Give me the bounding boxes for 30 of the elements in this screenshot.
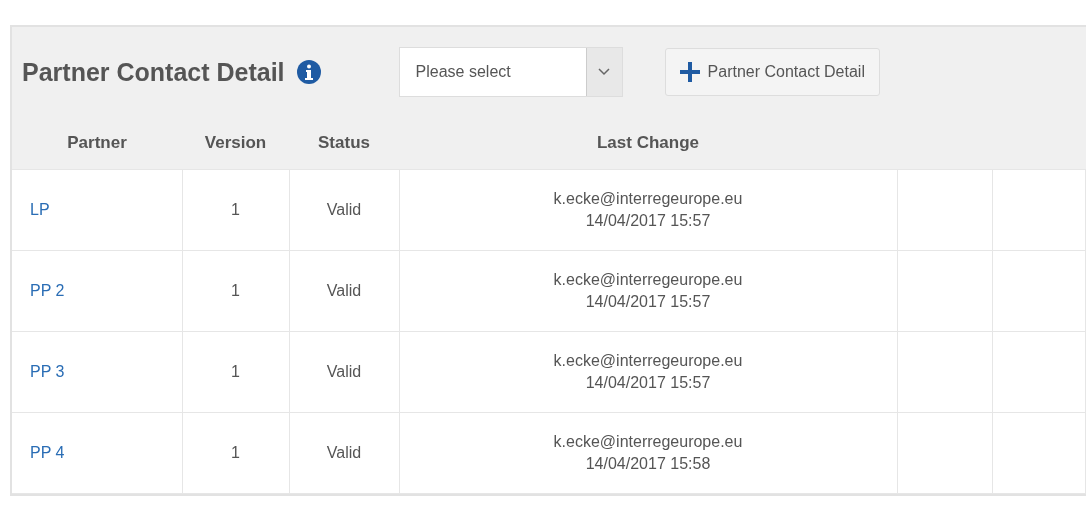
- version-text: 1: [231, 281, 240, 299]
- status-text: Valid: [326, 281, 362, 299]
- change-time-text: 14/04/2017 15:58: [585, 454, 711, 472]
- partner-link[interactable]: PP 3: [30, 362, 65, 380]
- changed-by-text: k.ecke@interregeurope.eu: [553, 189, 743, 207]
- status-text: Valid: [326, 362, 362, 380]
- version-text: 1: [231, 362, 240, 380]
- column-header: Last Change: [597, 133, 699, 152]
- plus-icon: [679, 62, 700, 82]
- change-time-text: 14/04/2017 15:57: [585, 211, 711, 229]
- partner-link[interactable]: LP: [30, 200, 50, 218]
- changed-by-text: k.ecke@interregeurope.eu: [553, 351, 743, 369]
- change-time-text: 14/04/2017 15:57: [585, 292, 711, 310]
- column-header: Status: [318, 133, 370, 152]
- changed-by-text: k.ecke@interregeurope.eu: [553, 270, 743, 288]
- status-text: Valid: [326, 200, 362, 218]
- change-time-text: 14/04/2017 15:57: [585, 373, 711, 391]
- changed-by-text: k.ecke@interregeurope.eu: [553, 432, 743, 450]
- version-text: 1: [231, 200, 240, 218]
- column-header: Partner: [67, 133, 127, 152]
- partner-link[interactable]: PP 4: [30, 443, 65, 461]
- add-partner-contact-button[interactable]: Partner Contact Detail: [664, 48, 880, 96]
- column-header: Version: [204, 133, 267, 152]
- status-text: Valid: [326, 443, 362, 461]
- info-icon[interactable]: [296, 60, 321, 84]
- version-text: 1: [231, 443, 240, 461]
- panel-title: Partner Contact Detail: [22, 57, 285, 87]
- caret-icon: [598, 68, 611, 76]
- partner-link[interactable]: PP 2: [30, 281, 65, 299]
- partner-select[interactable]: Please select: [398, 47, 623, 97]
